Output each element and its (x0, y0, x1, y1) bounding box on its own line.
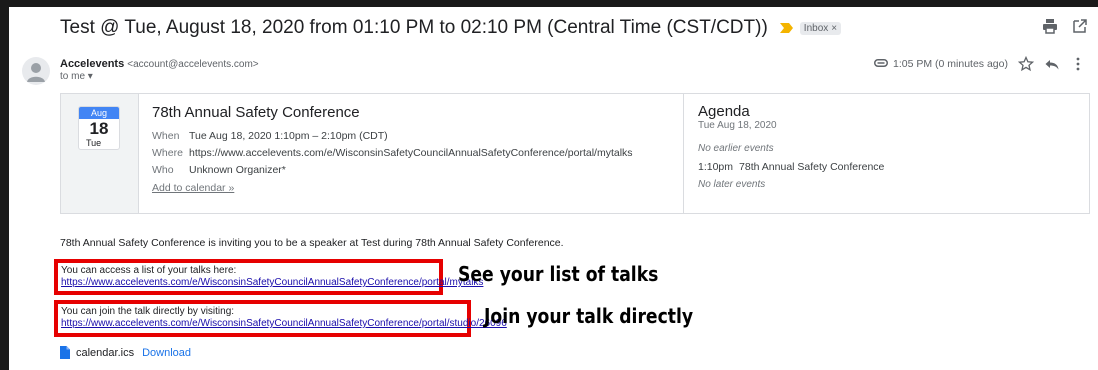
join-text: You can join the talk directly by visiti… (61, 306, 235, 317)
inbox-label-chip[interactable]: Inbox × (799, 21, 842, 35)
no-earlier-events: No earlier events (698, 143, 774, 154)
talks-text: You can access a list of your talks here… (61, 265, 237, 276)
agenda-event-name: 78th Annual Safety Conference (739, 161, 885, 173)
recipient-dropdown[interactable]: to me ▾ (60, 71, 93, 82)
event-title: 78th Annual Safety Conference (152, 104, 360, 121)
detail-row-who: Who Unknown Organizer* (152, 161, 683, 178)
attachment-icon (874, 58, 889, 70)
agenda-event[interactable]: 1:10pm 78th Annual Safety Conference (698, 158, 1089, 176)
sender-email: <account@accelevents.com> (127, 59, 259, 70)
talks-highlight-box: You can access a list of your talks here… (54, 259, 483, 295)
detail-row-where: Where https://www.accelevents.com/e/Wisc… (152, 144, 683, 161)
no-later-events: No later events (698, 179, 766, 190)
join-link[interactable]: https://www.accelevents.com/e/WisconsinS… (61, 318, 507, 330)
email-subject: Test @ Tue, August 18, 2020 from 01:10 P… (60, 17, 768, 38)
join-annotation: Join your talk directly (484, 304, 694, 328)
sender-line: Accelevents <account@accelevents.com> (60, 58, 259, 70)
sender-name[interactable]: Accelevents (60, 58, 124, 70)
join-highlight-box: You can join the talk directly by visiti… (54, 300, 507, 337)
remove-label-icon[interactable]: × (831, 23, 837, 34)
agenda-title: Agenda (698, 103, 750, 120)
left-frame-bar (0, 0, 9, 370)
calendar-date-icon[interactable]: Aug 18 Tue (78, 106, 120, 150)
invite-message: 78th Annual Safety Conference is invitin… (60, 237, 564, 249)
calendar-day: 18 (89, 119, 109, 138)
agenda-panel: Agenda Tue Aug 18, 2020 No earlier event… (684, 94, 1089, 213)
detail-value: Tue Aug 18, 2020 1:10pm – 2:10pm (CDT) (189, 129, 388, 142)
print-icon[interactable] (1042, 18, 1058, 34)
detail-label: Where (152, 146, 183, 159)
star-icon[interactable] (1017, 55, 1035, 72)
detail-value: Unknown Organizer* (189, 163, 286, 176)
avatar-icon[interactable] (22, 57, 50, 85)
message-meta: 1:05 PM (0 minutes ago) (874, 55, 1086, 72)
attachment-filename: calendar.ics (76, 346, 135, 359)
calendar-column: Aug 18 Tue (61, 94, 139, 213)
detail-row-when: When Tue Aug 18, 2020 1:10pm – 2:10pm (C… (152, 127, 683, 144)
top-icons (1042, 18, 1088, 34)
importance-marker-icon[interactable] (779, 22, 794, 34)
add-to-calendar-link[interactable]: Add to calendar » (152, 182, 234, 194)
event-details: 78th Annual Safety Conference When Tue A… (139, 94, 684, 213)
attachment-row: calendar.ics Download (60, 346, 191, 359)
detail-value: https://www.accelevents.com/e/WisconsinS… (189, 146, 633, 159)
agenda-date: Tue Aug 18, 2020 (698, 120, 777, 131)
detail-label: When (152, 129, 180, 142)
download-link[interactable]: Download (142, 347, 191, 359)
inbox-label-text: Inbox (803, 22, 829, 34)
timestamp: 1:05 PM (0 minutes ago) (874, 58, 1008, 70)
agenda-event-time: 1:10pm (698, 161, 734, 173)
file-icon (60, 346, 70, 359)
top-frame-bar (0, 0, 1098, 7)
subject-row: Test @ Tue, August 18, 2020 from 01:10 P… (60, 17, 842, 39)
talks-annotation: See your list of talks (458, 262, 659, 286)
detail-label: Who (152, 163, 174, 176)
calendar-month: Aug (79, 107, 119, 119)
talks-link[interactable]: https://www.accelevents.com/e/WisconsinS… (61, 277, 483, 289)
calendar-invite-card: Aug 18 Tue 78th Annual Safety Conference… (60, 93, 1090, 214)
timestamp-text: 1:05 PM (0 minutes ago) (893, 58, 1008, 70)
reply-icon[interactable] (1044, 56, 1060, 72)
open-new-window-icon[interactable] (1072, 18, 1088, 34)
more-icon[interactable] (1070, 56, 1086, 72)
calendar-weekday: Tue (86, 138, 102, 148)
